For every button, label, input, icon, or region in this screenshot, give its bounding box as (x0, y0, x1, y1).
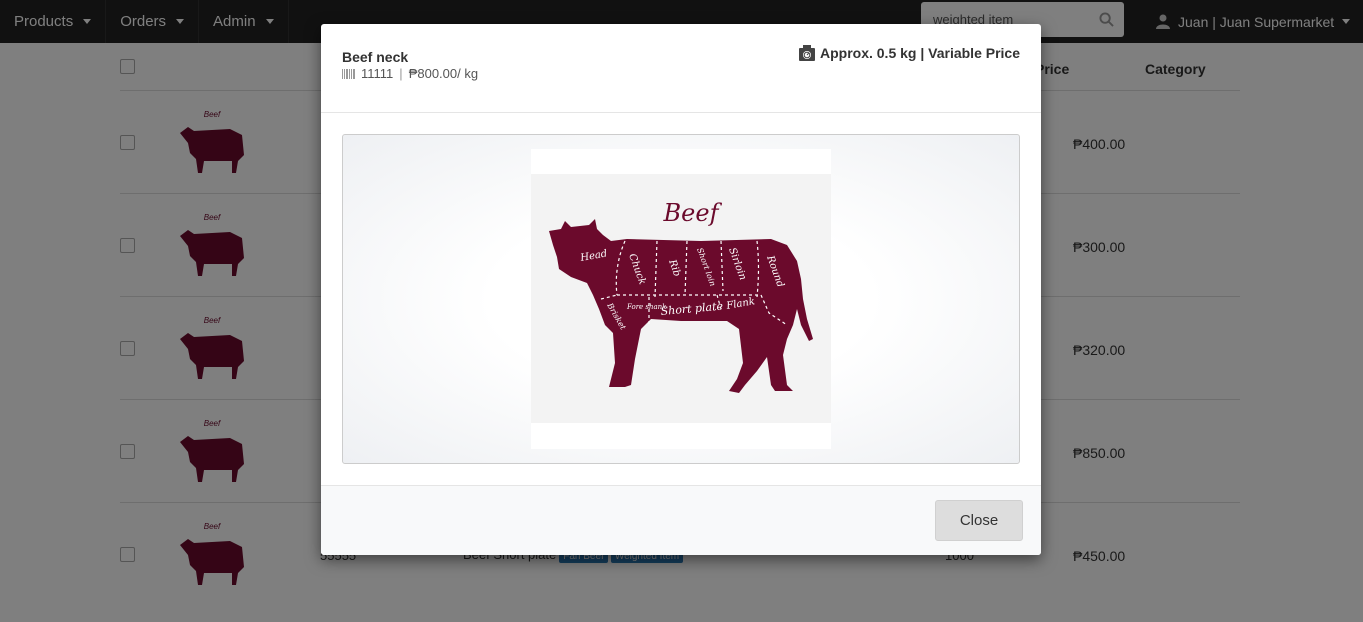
product-modal: Beef neck 11111 | ₱800.00/ kg Approx. 0.… (321, 24, 1041, 555)
modal-image-panel: Beef Head Chuck Rib Short loin Sirloin R… (342, 134, 1020, 464)
product-image: Beef Head Chuck Rib Short loin Sirloin R… (531, 149, 831, 449)
beef-cuts-illustration: Beef Head Chuck Rib Short loin Sirloin R… (549, 199, 813, 393)
modal-unit-price: ₱800.00/ kg (408, 66, 479, 81)
modal-title: Beef neck (342, 49, 409, 65)
modal-header: Beef neck 11111 | ₱800.00/ kg Approx. 0.… (321, 24, 1041, 113)
modal-subtitle: 11111 | ₱800.00/ kg (342, 66, 478, 81)
modal-footer: Close (321, 485, 1041, 555)
modal-approx-label: Approx. 0.5 kg | Variable Price (819, 45, 1020, 61)
modal-sku: 11111 (361, 66, 394, 81)
barcode-icon (342, 68, 355, 79)
scale-icon (798, 45, 815, 61)
subtitle-separator: | (399, 66, 403, 81)
beef-image-title: Beef (663, 199, 723, 227)
close-button[interactable]: Close (935, 500, 1023, 541)
modal-approx: Approx. 0.5 kg | Variable Price (798, 45, 1020, 61)
